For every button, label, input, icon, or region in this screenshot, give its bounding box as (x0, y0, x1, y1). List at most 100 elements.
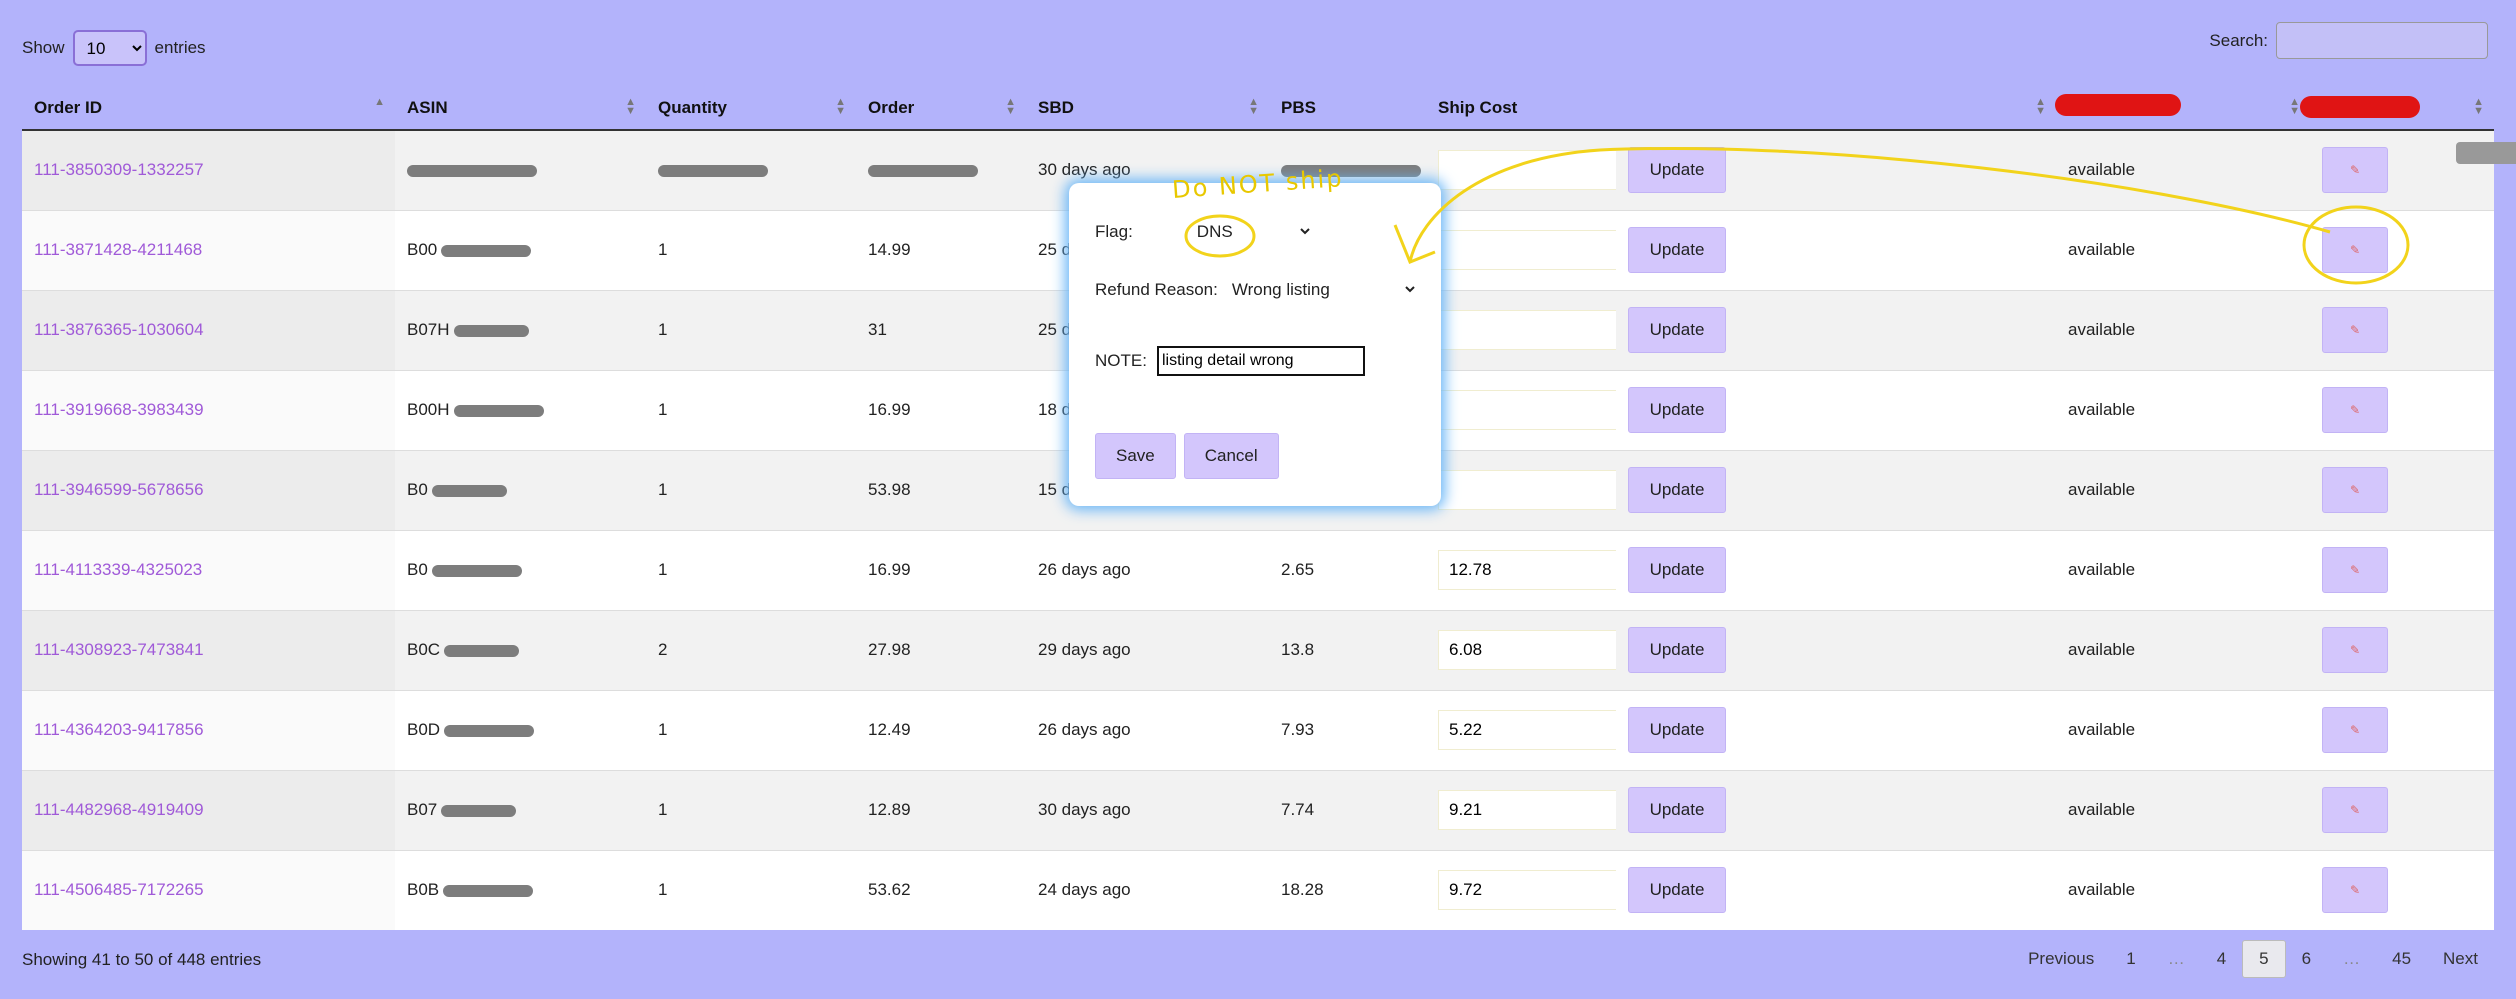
ship-cost-input[interactable] (1438, 470, 1616, 510)
table-cell: Update (1616, 609, 2056, 690)
ship-cost-input[interactable] (1438, 390, 1616, 430)
table-cell: ✎ (2310, 209, 2494, 290)
order-link[interactable]: 111-3876365-1030604 (34, 320, 204, 339)
order-link[interactable]: 111-3850309-1332257 (34, 160, 204, 179)
edit-icon[interactable]: ✎ (2322, 547, 2388, 593)
table-cell: 111-4113339-4325023 (22, 529, 395, 610)
status-text: available (2068, 640, 2136, 659)
update-button[interactable]: Update (1628, 147, 1726, 194)
order-link[interactable]: 111-4364203-9417856 (34, 720, 204, 739)
update-button[interactable]: Update (1628, 227, 1726, 273)
redaction-mark (2055, 94, 2181, 116)
col-quantity[interactable]: Quantity ▲ ▼ (646, 86, 856, 131)
table-cell: 29 days ago (1026, 609, 1269, 690)
pager-page-4[interactable]: 4 (2201, 941, 2242, 977)
table-cell: 24 days ago (1026, 849, 1269, 930)
order-link[interactable]: 111-4308923-7473841 (34, 640, 204, 659)
update-button[interactable]: Update (1628, 707, 1726, 753)
table-cell: B07H (395, 289, 646, 370)
flag-select[interactable]: DNS (1192, 221, 1313, 242)
ship-cost-input[interactable] (1438, 310, 1616, 350)
update-button[interactable]: Update (1628, 307, 1726, 353)
quantity-text: 2 (658, 640, 668, 659)
update-button[interactable]: Update (1628, 787, 1726, 833)
sbd-text: 30 days ago (1038, 800, 1131, 819)
order-link[interactable]: 111-4113339-4325023 (34, 560, 202, 579)
quantity-text: 1 (658, 400, 668, 419)
edit-icon[interactable]: ✎ (2322, 307, 2388, 353)
status-text: available (2068, 880, 2136, 900)
col-pbs[interactable]: PBS (1269, 86, 1426, 131)
ship-cost-input[interactable] (1438, 230, 1616, 270)
order-total-text: 53.62 (868, 880, 911, 900)
ship-cost-input[interactable] (1438, 710, 1616, 750)
update-button[interactable]: Update (1628, 387, 1726, 433)
col-sbd[interactable]: SBD ▲ ▼ (1026, 86, 1269, 131)
table-cell: 1 (646, 209, 856, 290)
ship-cost-input[interactable] (1438, 550, 1616, 590)
scroll-handle[interactable] (2456, 142, 2516, 164)
col-ship-cost[interactable]: Ship Cost ▲ ▼ (1426, 86, 2056, 131)
update-button[interactable]: Update (1628, 467, 1726, 513)
table-cell (1426, 689, 1616, 770)
pager-page-45[interactable]: 45 (2376, 941, 2427, 977)
redaction-mark (443, 884, 534, 897)
edit-icon[interactable]: ✎ (2322, 467, 2388, 513)
sort-icon: ▲ ▼ (835, 96, 846, 117)
order-link[interactable]: 111-3871428-4211468 (34, 240, 202, 259)
update-button[interactable]: Update (1628, 867, 1726, 914)
redaction-mark (431, 484, 507, 497)
redaction-mark (453, 324, 529, 337)
update-button[interactable]: Update (1628, 627, 1726, 673)
table-cell: ✎ (2310, 529, 2494, 610)
pager-page-5[interactable]: 5 (2242, 940, 2286, 978)
ship-cost-input[interactable] (1438, 630, 1616, 670)
order-link[interactable]: 111-3919668-3983439 (34, 400, 204, 419)
pager-page-6[interactable]: 6 (2286, 941, 2327, 977)
pager-page-1[interactable]: 1 (2110, 941, 2151, 977)
asin-text: B07H (407, 320, 450, 339)
order-total-text: 14.99 (868, 240, 911, 259)
table-cell: ✎ (2310, 369, 2494, 450)
search-input[interactable] (2276, 22, 2488, 59)
table-cell: available (2056, 529, 2310, 610)
quantity-text: 1 (658, 880, 668, 900)
sort-icon: ▲ ▼ (2289, 96, 2300, 117)
order-total-text: 31 (868, 320, 887, 339)
note-label: NOTE: (1095, 351, 1147, 370)
ship-cost-input[interactable] (1438, 870, 1616, 911)
table-cell: B0 (395, 449, 646, 530)
col-order-id[interactable]: Order ID ▲ (22, 86, 395, 131)
table-cell: 30 days ago (1026, 769, 1269, 850)
edit-icon[interactable]: ✎ (2322, 867, 2388, 914)
table-cell: B07 (395, 769, 646, 850)
table-cell: 111-4482968-4919409 (22, 769, 395, 850)
update-button[interactable]: Update (1628, 547, 1726, 593)
pager-ellipsis: … (2167, 949, 2185, 968)
col-order[interactable]: Order ▲ ▼ (856, 86, 1026, 131)
note-input[interactable] (1156, 346, 1365, 376)
entries-select[interactable]: 10 (72, 30, 147, 66)
order-link[interactable]: 111-3946599-5678656 (34, 480, 204, 499)
asin-text: B0D (407, 720, 441, 739)
cancel-button[interactable]: Cancel (1183, 433, 1279, 479)
table-cell: available (2056, 369, 2310, 450)
pager-previous[interactable]: Previous (2012, 941, 2110, 977)
table-cell: Update (1616, 849, 2056, 930)
edit-icon[interactable]: ✎ (2322, 707, 2388, 753)
refund-select[interactable]: Wrong listing (1227, 279, 1418, 300)
edit-icon[interactable]: ✎ (2322, 627, 2388, 673)
table-cell: available (2056, 609, 2310, 690)
pager-next[interactable]: Next (2427, 941, 2494, 977)
ship-cost-input[interactable] (1438, 150, 1616, 191)
edit-icon[interactable]: ✎ (2322, 787, 2388, 833)
table-cell: Update (1616, 689, 2056, 770)
edit-icon[interactable]: ✎ (2322, 227, 2388, 273)
save-button[interactable]: Save (1095, 433, 1176, 479)
edit-icon[interactable]: ✎ (2322, 387, 2388, 433)
order-link[interactable]: 111-4482968-4919409 (34, 800, 204, 819)
order-link[interactable]: 111-4506485-7172265 (34, 880, 204, 899)
ship-cost-input[interactable] (1438, 790, 1616, 830)
col-asin[interactable]: ASIN ▲ ▼ (395, 86, 646, 131)
edit-icon[interactable]: ✎ (2322, 147, 2388, 194)
